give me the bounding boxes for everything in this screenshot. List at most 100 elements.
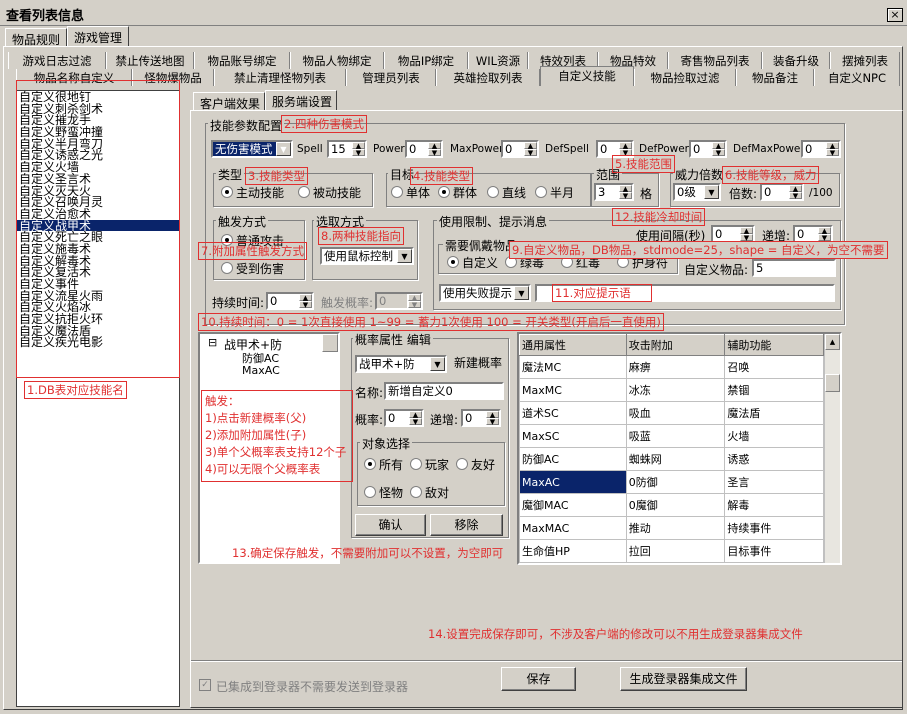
table-row[interactable]: 生命值HP 拉回 目标事件 — [519, 539, 824, 563]
tab-custom-skill[interactable]: 自定义技能 — [540, 66, 634, 86]
table-cell-selected[interactable]: MaxAC — [519, 470, 627, 494]
spin-icon[interactable]: ▲ ▼ — [351, 142, 365, 156]
custom-item-input[interactable]: 5 — [752, 259, 836, 277]
table-cell[interactable]: 禁锢 — [724, 378, 824, 402]
spin-icon[interactable]: ▲ ▼ — [523, 142, 537, 156]
tab-hero-pickup-list[interactable]: 英雄捡取列表 — [436, 69, 540, 86]
spin-icon[interactable]: ▲ ▼ — [407, 294, 421, 308]
spin-icon[interactable]: ▲ ▼ — [408, 411, 422, 425]
new-prob-button[interactable]: 新建概率 — [451, 355, 505, 373]
select-mode-select[interactable]: 使用鼠标控制 ▼ — [320, 247, 414, 265]
table-row[interactable]: 魔法MC 麻痹 召唤 — [519, 355, 824, 379]
target-line-radio[interactable] — [487, 186, 499, 198]
target-halfmoon-radio[interactable] — [535, 186, 547, 198]
maxpower-stepper[interactable]: 0 ▲ ▼ — [501, 140, 539, 158]
table-cell[interactable]: 麻痹 — [625, 355, 726, 379]
spin-icon[interactable]: ▲ ▼ — [618, 142, 632, 156]
tab-game-log-filter[interactable]: 游戏日志过滤 — [8, 52, 106, 69]
table-cell[interactable]: 吸血 — [625, 401, 726, 425]
spin-icon[interactable]: ▲ ▼ — [817, 227, 831, 241]
table-row[interactable]: 防御AC 蜘蛛网 诱惑 — [519, 447, 824, 471]
table-cell[interactable]: 诱惑 — [724, 447, 824, 471]
tab-item-account-bind[interactable]: 物品账号绑定 — [194, 52, 290, 69]
tab-no-clean-monster[interactable]: 禁止清理怪物列表 — [214, 69, 346, 86]
table-cell[interactable]: 生命值HP — [519, 539, 627, 563]
prob-rate-stepper[interactable]: 0 ▲ ▼ — [384, 409, 424, 427]
power-level-select[interactable]: 0级 ▼ — [673, 183, 721, 201]
duration-stepper[interactable]: 0 ▲ ▼ — [266, 292, 314, 310]
table-row[interactable]: 道术SC 吸血 魔法盾 — [519, 401, 824, 425]
spin-icon[interactable]: ▲ ▼ — [825, 142, 839, 156]
integrated-checkbox[interactable]: ✓ — [199, 679, 211, 691]
tab-item-char-bind[interactable]: 物品人物绑定 — [290, 52, 384, 69]
table-row[interactable]: MaxSC 吸蓝 火墙 — [519, 424, 824, 448]
defmaxpower-stepper[interactable]: 0 ▲ ▼ — [801, 140, 841, 158]
tab-item-ip-bind[interactable]: 物品IP绑定 — [384, 52, 468, 69]
table-cell[interactable]: 吸蓝 — [625, 424, 726, 448]
tab-item-notes[interactable]: 物品备注 — [736, 69, 814, 86]
table-cell[interactable]: 圣言 — [724, 470, 824, 494]
table-cell[interactable]: 魔法MC — [519, 355, 627, 379]
tab-custom-npc[interactable]: 自定义NPC — [814, 69, 900, 86]
spin-icon[interactable]: ▲ ▼ — [711, 142, 725, 156]
prob-parent-select[interactable]: 战甲术+防 ▼ — [355, 355, 447, 373]
tab-client-effect[interactable]: 客户端效果 — [193, 92, 265, 111]
damage-mode-select[interactable]: 无伤害模式 ▼ — [211, 140, 293, 158]
defpower-stepper[interactable]: 0 ▲ ▼ — [689, 140, 727, 158]
target-single-radio[interactable] — [391, 186, 403, 198]
table-cell[interactable]: MaxMC — [519, 378, 627, 402]
obj-friendly-radio[interactable] — [456, 458, 468, 470]
generate-launcher-button[interactable]: 生成登录器集成文件 — [620, 667, 747, 691]
scroll-up-icon[interactable]: ▲ — [825, 334, 840, 350]
table-cell[interactable]: 持续事件 — [724, 516, 824, 540]
spin-icon[interactable]: ▲ ▼ — [788, 185, 802, 199]
type-active-radio[interactable] — [221, 186, 233, 198]
header-attack-extra[interactable]: 攻击附加 — [625, 334, 726, 356]
trigger-prob-stepper[interactable]: 0 ▲ ▼ — [375, 292, 423, 310]
close-button[interactable]: × — [887, 8, 903, 22]
table-cell[interactable]: MaxSC — [519, 424, 627, 448]
obj-enemy-radio[interactable] — [410, 486, 422, 498]
spin-icon[interactable]: ▲ ▼ — [427, 142, 441, 156]
table-cell[interactable]: 拉回 — [625, 539, 726, 563]
range-stepper[interactable]: 3 ▲ ▼ — [594, 183, 634, 201]
table-cell[interactable]: 道术SC — [519, 401, 627, 425]
table-cell[interactable]: 目标事件 — [724, 539, 824, 563]
remove-button[interactable]: 移除 — [430, 514, 503, 536]
table-row[interactable]: MaxAC 0防御 圣言 — [519, 470, 824, 494]
spin-icon[interactable]: ▲ ▼ — [618, 185, 632, 199]
scroll-up-icon[interactable] — [322, 334, 338, 352]
tab-equip-upgrade[interactable]: 装备升级 — [762, 52, 830, 69]
spin-icon[interactable]: ▲ ▼ — [739, 227, 753, 241]
table-cell[interactable]: 解毒 — [724, 493, 824, 517]
tab-admin-list[interactable]: 管理员列表 — [346, 69, 436, 86]
table-cell[interactable]: 防御AC — [519, 447, 627, 471]
tab-stall-list[interactable]: 摆摊列表 — [830, 52, 900, 69]
header-common-attr[interactable]: 通用属性 — [519, 334, 627, 356]
table-cell[interactable]: 火墙 — [724, 424, 824, 448]
power-stepper[interactable]: 0 ▲ ▼ — [405, 140, 443, 158]
obj-player-radio[interactable] — [410, 458, 422, 470]
table-cell[interactable]: 魔法盾 — [724, 401, 824, 425]
table-scrollbar[interactable]: ▲ — [824, 334, 840, 563]
tree-child[interactable]: MaxAC — [242, 364, 280, 377]
confirm-button[interactable]: 确认 — [355, 514, 426, 536]
table-cell[interactable]: 蜘蛛网 — [625, 447, 726, 471]
table-cell[interactable]: 召唤 — [724, 355, 824, 379]
spin-icon[interactable]: ▲ ▼ — [298, 294, 312, 308]
table-cell[interactable]: 0魔御 — [625, 493, 726, 517]
tab-server-settings[interactable]: 服务端设置 — [265, 90, 337, 111]
table-cell[interactable]: 冰冻 — [625, 378, 726, 402]
table-row[interactable]: MaxMAC 推动 持续事件 — [519, 516, 824, 540]
tab-item-pickup-filter[interactable]: 物品捡取过滤 — [634, 69, 736, 86]
item-custom-radio[interactable] — [447, 256, 459, 268]
table-cell[interactable]: 推动 — [625, 516, 726, 540]
tab-consign-list[interactable]: 寄售物品列表 — [668, 52, 762, 69]
table-cell[interactable]: MaxMAC — [519, 516, 627, 540]
spin-icon[interactable]: ▲ ▼ — [485, 411, 499, 425]
table-cell[interactable]: 0防御 — [625, 470, 726, 494]
table-row[interactable]: 魔御MAC 0魔御 解毒 — [519, 493, 824, 517]
type-passive-radio[interactable] — [298, 186, 310, 198]
header-aux-function[interactable]: 辅助功能 — [724, 334, 824, 356]
spell-stepper[interactable]: 15 ▲ ▼ — [327, 140, 367, 158]
